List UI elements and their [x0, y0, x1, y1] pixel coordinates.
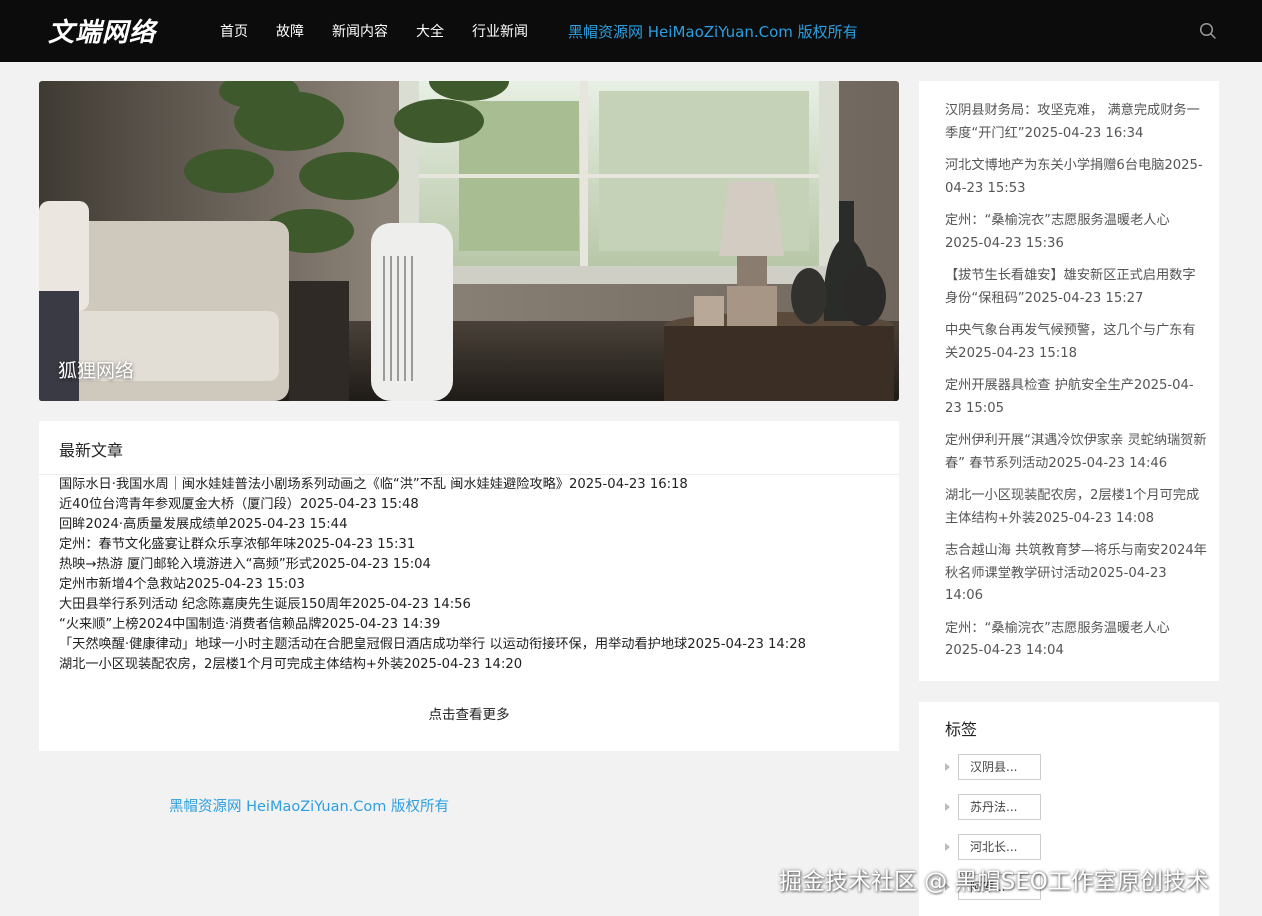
- sidebar-news-item[interactable]: 定州开展器具检查 护航安全生产2025-04-23 15:05: [945, 375, 1207, 420]
- list-item[interactable]: 回眸2024·高质量发展成绩单2025-04-23 15:44: [59, 515, 806, 535]
- main-nav: 首页 故障 新闻内容 大全 行业新闻 黑帽资源网 HeiMaoZiYuan.Co…: [220, 0, 858, 62]
- caret-right-icon: [945, 763, 950, 771]
- tag-item[interactable]: 汉阴县...: [958, 754, 1041, 780]
- footer-copyright-link[interactable]: 黑帽资源网 HeiMaoZiYuan.Com 版权所有: [169, 795, 449, 816]
- search-icon[interactable]: [1199, 22, 1217, 40]
- tag-item[interactable]: 河北长...: [958, 834, 1041, 860]
- sidebar-news-item[interactable]: 定州：“桑榆浣衣”志愿服务温暖老人心2025-04-23 15:36: [945, 210, 1207, 255]
- top-header: 文端网络 首页 故障 新闻内容 大全 行业新闻 黑帽资源网 HeiMaoZiYu…: [0, 0, 1262, 62]
- tag-item[interactable]: 苏丹法...: [958, 794, 1041, 820]
- list-item[interactable]: 热映→热游 厦门邮轮入境游进入“高频”形式2025-04-23 15:04: [59, 555, 806, 575]
- site-logo[interactable]: 文端网络: [48, 12, 156, 49]
- sidebar-news-item[interactable]: 河北文博地产为东关小学捐赠6台电脑2025-04-23 15:53: [945, 155, 1207, 200]
- sidebar-news-item[interactable]: 【拔节生长看雄安】雄安新区正式启用数字身份“保租码”2025-04-23 15:…: [945, 265, 1207, 310]
- list-item[interactable]: 定州市新增4个急救站2025-04-23 15:03: [59, 575, 806, 595]
- tags-title: 标签: [945, 720, 978, 739]
- nav-copyright-link[interactable]: 黑帽资源网 HeiMaoZiYuan.Com 版权所有: [568, 21, 858, 42]
- nav-item-fault[interactable]: 故障: [276, 21, 304, 41]
- list-item[interactable]: 国际水日·我国水周｜闽水娃娃普法小剧场系列动画之《临“洪”不乱 闽水娃娃避险攻略…: [59, 475, 806, 495]
- latest-articles-title: 最新文章: [59, 441, 124, 460]
- list-item[interactable]: 近40位台湾青年参观厦金大桥（厦门段）2025-04-23 15:48: [59, 495, 806, 515]
- nav-item-encyclopedia[interactable]: 大全: [416, 21, 444, 41]
- caret-right-icon: [945, 803, 950, 811]
- sidebar-news-item[interactable]: 湖北一小区现装配农房，2层楼1个月可完成主体结构+外装2025-04-23 14…: [945, 485, 1207, 530]
- tag-row: 河北长...: [945, 834, 1041, 860]
- sidebar-news-item[interactable]: 汉阴县财务局：攻坚克难， 满意完成财务一季度“开门红”2025-04-23 16…: [945, 100, 1207, 145]
- view-more-button[interactable]: 点击查看更多: [39, 703, 899, 723]
- list-item[interactable]: 大田县举行系列活动 纪念陈嘉庚先生诞辰150周年2025-04-23 14:56: [59, 595, 806, 615]
- tag-row: 汉阴县...: [945, 754, 1041, 780]
- list-item[interactable]: 「天然唤醒·健康律动」地球一小时主题活动在合肥皇冠假日酒店成功举行 以运动衔接环…: [59, 635, 806, 655]
- list-item[interactable]: 定州：春节文化盛宴让群众乐享浓郁年味2025-04-23 15:31: [59, 535, 806, 555]
- list-item[interactable]: 湖北一小区现装配农房，2层楼1个月可完成主体结构+外装2025-04-23 14…: [59, 655, 806, 675]
- sidebar-news-list: 汉阴县财务局：攻坚克难， 满意完成财务一季度“开门红”2025-04-23 16…: [945, 100, 1207, 673]
- sidebar-news-item[interactable]: 志合越山海 共筑教育梦—将乐与南安2024年秋名师课堂教学研讨活动2025-04…: [945, 540, 1207, 608]
- nav-item-news-content[interactable]: 新闻内容: [332, 21, 388, 41]
- sidebar-news-panel: 汉阴县财务局：攻坚克难， 满意完成财务一季度“开门红”2025-04-23 16…: [919, 81, 1219, 681]
- latest-articles-panel: 最新文章 国际水日·我国水周｜闽水娃娃普法小剧场系列动画之《临“洪”不乱 闽水娃…: [39, 421, 899, 751]
- tag-row: 苏丹法...: [945, 794, 1041, 820]
- sidebar-news-item[interactable]: 定州伊利开展“淇遇冷饮伊家亲 灵蛇纳瑞贺新春” 春节系列活动2025-04-23…: [945, 430, 1207, 475]
- nav-item-industry-news[interactable]: 行业新闻: [472, 21, 528, 41]
- latest-articles-list: 国际水日·我国水周｜闽水娃娃普法小剧场系列动画之《临“洪”不乱 闽水娃娃避险攻略…: [59, 475, 806, 675]
- banner-caption[interactable]: 狐狸网络: [58, 356, 134, 383]
- sidebar-news-item[interactable]: 中央气象台再发气候预警，这几个与广东有关2025-04-23 15:18: [945, 320, 1207, 365]
- sidebar-news-item[interactable]: 定州：“桑榆浣衣”志愿服务温暖老人心2025-04-23 14:04: [945, 618, 1207, 663]
- list-item[interactable]: “火来顺”上榜2024中国制造·消费者信赖品牌2025-04-23 14:39: [59, 615, 806, 635]
- banner-image: [39, 81, 899, 401]
- nav-item-home[interactable]: 首页: [220, 21, 248, 41]
- featured-banner[interactable]: 狐狸网络: [39, 81, 899, 401]
- caret-right-icon: [945, 843, 950, 851]
- watermark-text: 掘金技术社区 @ 黑帽SEO工作室原创技术: [779, 869, 1209, 895]
